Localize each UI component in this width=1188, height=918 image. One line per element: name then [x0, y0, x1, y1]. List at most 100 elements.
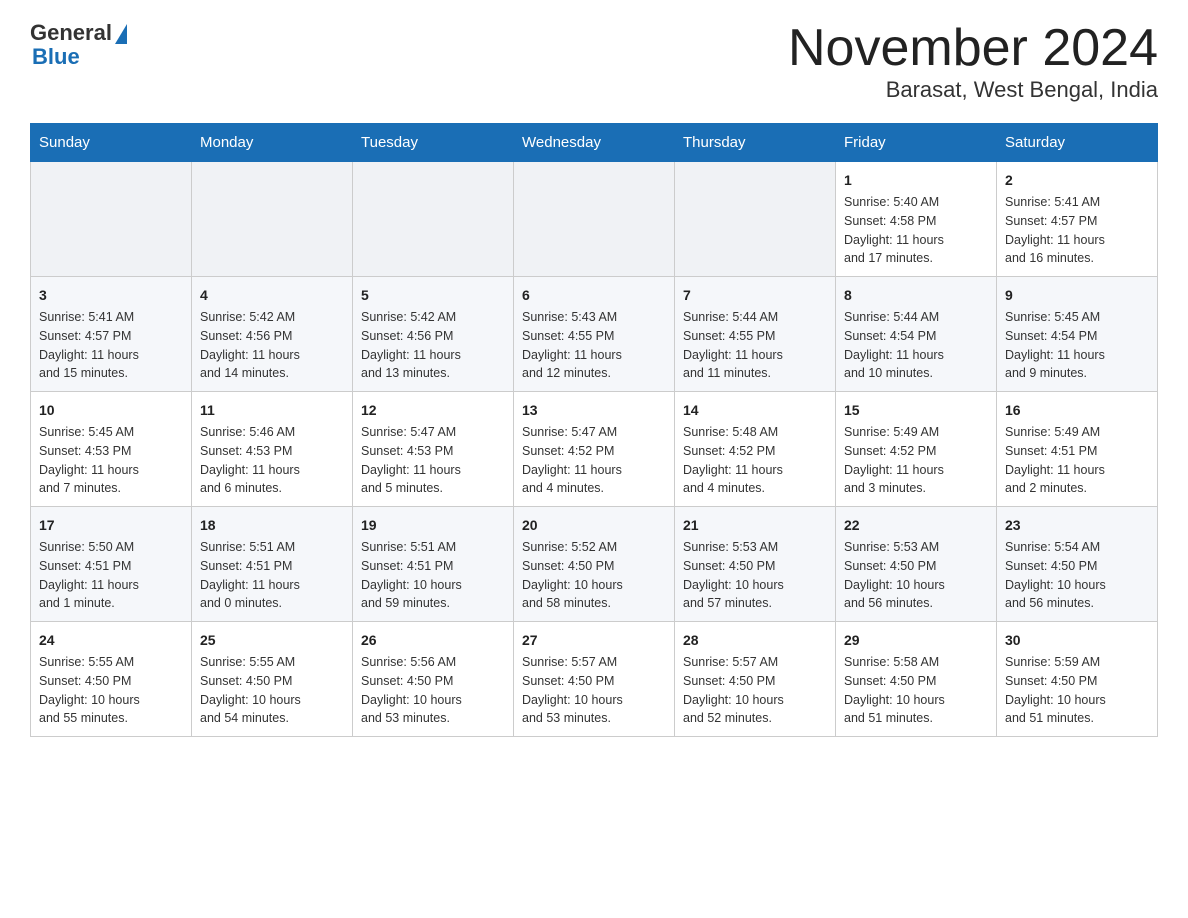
calendar-week-row: 3Sunrise: 5:41 AM Sunset: 4:57 PM Daylig… — [31, 277, 1158, 392]
calendar-cell: 2Sunrise: 5:41 AM Sunset: 4:57 PM Daylig… — [997, 162, 1158, 277]
day-number: 18 — [200, 515, 344, 536]
day-number: 3 — [39, 285, 183, 306]
logo-general-text: General — [30, 20, 112, 46]
calendar-cell: 28Sunrise: 5:57 AM Sunset: 4:50 PM Dayli… — [675, 622, 836, 737]
day-number: 5 — [361, 285, 505, 306]
logo-triangle-icon — [115, 24, 127, 44]
calendar-cell: 25Sunrise: 5:55 AM Sunset: 4:50 PM Dayli… — [192, 622, 353, 737]
day-info: Sunrise: 5:49 AM Sunset: 4:51 PM Dayligh… — [1005, 423, 1149, 498]
day-number: 4 — [200, 285, 344, 306]
day-info: Sunrise: 5:44 AM Sunset: 4:54 PM Dayligh… — [844, 308, 988, 383]
day-info: Sunrise: 5:41 AM Sunset: 4:57 PM Dayligh… — [1005, 193, 1149, 268]
day-number: 2 — [1005, 170, 1149, 191]
day-number: 24 — [39, 630, 183, 651]
day-info: Sunrise: 5:56 AM Sunset: 4:50 PM Dayligh… — [361, 653, 505, 728]
day-info: Sunrise: 5:59 AM Sunset: 4:50 PM Dayligh… — [1005, 653, 1149, 728]
calendar-cell — [675, 162, 836, 277]
column-header-wednesday: Wednesday — [514, 124, 675, 162]
day-info: Sunrise: 5:52 AM Sunset: 4:50 PM Dayligh… — [522, 538, 666, 613]
day-number: 25 — [200, 630, 344, 651]
logo: General Blue — [30, 20, 127, 70]
day-info: Sunrise: 5:45 AM Sunset: 4:54 PM Dayligh… — [1005, 308, 1149, 383]
calendar-week-row: 17Sunrise: 5:50 AM Sunset: 4:51 PM Dayli… — [31, 507, 1158, 622]
calendar-cell: 16Sunrise: 5:49 AM Sunset: 4:51 PM Dayli… — [997, 392, 1158, 507]
day-info: Sunrise: 5:48 AM Sunset: 4:52 PM Dayligh… — [683, 423, 827, 498]
day-number: 27 — [522, 630, 666, 651]
calendar-table: SundayMondayTuesdayWednesdayThursdayFrid… — [30, 123, 1158, 737]
calendar-cell: 9Sunrise: 5:45 AM Sunset: 4:54 PM Daylig… — [997, 277, 1158, 392]
calendar-cell: 15Sunrise: 5:49 AM Sunset: 4:52 PM Dayli… — [836, 392, 997, 507]
calendar-cell: 23Sunrise: 5:54 AM Sunset: 4:50 PM Dayli… — [997, 507, 1158, 622]
calendar-cell: 21Sunrise: 5:53 AM Sunset: 4:50 PM Dayli… — [675, 507, 836, 622]
column-header-thursday: Thursday — [675, 124, 836, 162]
location-title: Barasat, West Bengal, India — [788, 77, 1158, 103]
day-info: Sunrise: 5:47 AM Sunset: 4:52 PM Dayligh… — [522, 423, 666, 498]
day-number: 8 — [844, 285, 988, 306]
day-info: Sunrise: 5:47 AM Sunset: 4:53 PM Dayligh… — [361, 423, 505, 498]
day-info: Sunrise: 5:57 AM Sunset: 4:50 PM Dayligh… — [522, 653, 666, 728]
calendar-cell: 1Sunrise: 5:40 AM Sunset: 4:58 PM Daylig… — [836, 162, 997, 277]
calendar-cell: 30Sunrise: 5:59 AM Sunset: 4:50 PM Dayli… — [997, 622, 1158, 737]
day-info: Sunrise: 5:42 AM Sunset: 4:56 PM Dayligh… — [361, 308, 505, 383]
day-number: 13 — [522, 400, 666, 421]
calendar-cell: 19Sunrise: 5:51 AM Sunset: 4:51 PM Dayli… — [353, 507, 514, 622]
calendar-cell: 24Sunrise: 5:55 AM Sunset: 4:50 PM Dayli… — [31, 622, 192, 737]
calendar-cell — [192, 162, 353, 277]
calendar-cell: 26Sunrise: 5:56 AM Sunset: 4:50 PM Dayli… — [353, 622, 514, 737]
day-number: 28 — [683, 630, 827, 651]
day-number: 1 — [844, 170, 988, 191]
day-number: 10 — [39, 400, 183, 421]
day-info: Sunrise: 5:58 AM Sunset: 4:50 PM Dayligh… — [844, 653, 988, 728]
day-number: 26 — [361, 630, 505, 651]
day-number: 30 — [1005, 630, 1149, 651]
day-info: Sunrise: 5:53 AM Sunset: 4:50 PM Dayligh… — [844, 538, 988, 613]
day-number: 29 — [844, 630, 988, 651]
calendar-week-row: 1Sunrise: 5:40 AM Sunset: 4:58 PM Daylig… — [31, 162, 1158, 277]
calendar-cell: 22Sunrise: 5:53 AM Sunset: 4:50 PM Dayli… — [836, 507, 997, 622]
calendar-cell — [31, 162, 192, 277]
day-info: Sunrise: 5:49 AM Sunset: 4:52 PM Dayligh… — [844, 423, 988, 498]
logo-blue-text: Blue — [32, 44, 80, 70]
day-info: Sunrise: 5:51 AM Sunset: 4:51 PM Dayligh… — [361, 538, 505, 613]
calendar-header-row: SundayMondayTuesdayWednesdayThursdayFrid… — [31, 124, 1158, 162]
calendar-cell: 5Sunrise: 5:42 AM Sunset: 4:56 PM Daylig… — [353, 277, 514, 392]
day-info: Sunrise: 5:40 AM Sunset: 4:58 PM Dayligh… — [844, 193, 988, 268]
month-title: November 2024 — [788, 20, 1158, 77]
calendar-week-row: 10Sunrise: 5:45 AM Sunset: 4:53 PM Dayli… — [31, 392, 1158, 507]
day-info: Sunrise: 5:50 AM Sunset: 4:51 PM Dayligh… — [39, 538, 183, 613]
day-info: Sunrise: 5:41 AM Sunset: 4:57 PM Dayligh… — [39, 308, 183, 383]
column-header-friday: Friday — [836, 124, 997, 162]
calendar-cell: 20Sunrise: 5:52 AM Sunset: 4:50 PM Dayli… — [514, 507, 675, 622]
column-header-sunday: Sunday — [31, 124, 192, 162]
day-info: Sunrise: 5:55 AM Sunset: 4:50 PM Dayligh… — [200, 653, 344, 728]
day-number: 16 — [1005, 400, 1149, 421]
day-info: Sunrise: 5:51 AM Sunset: 4:51 PM Dayligh… — [200, 538, 344, 613]
day-number: 6 — [522, 285, 666, 306]
day-number: 17 — [39, 515, 183, 536]
day-number: 20 — [522, 515, 666, 536]
day-info: Sunrise: 5:55 AM Sunset: 4:50 PM Dayligh… — [39, 653, 183, 728]
calendar-cell: 3Sunrise: 5:41 AM Sunset: 4:57 PM Daylig… — [31, 277, 192, 392]
day-info: Sunrise: 5:43 AM Sunset: 4:55 PM Dayligh… — [522, 308, 666, 383]
calendar-cell: 18Sunrise: 5:51 AM Sunset: 4:51 PM Dayli… — [192, 507, 353, 622]
calendar-week-row: 24Sunrise: 5:55 AM Sunset: 4:50 PM Dayli… — [31, 622, 1158, 737]
day-info: Sunrise: 5:44 AM Sunset: 4:55 PM Dayligh… — [683, 308, 827, 383]
calendar-cell — [514, 162, 675, 277]
day-number: 23 — [1005, 515, 1149, 536]
header-right: November 2024 Barasat, West Bengal, Indi… — [788, 20, 1158, 103]
day-info: Sunrise: 5:57 AM Sunset: 4:50 PM Dayligh… — [683, 653, 827, 728]
day-number: 11 — [200, 400, 344, 421]
calendar-cell: 29Sunrise: 5:58 AM Sunset: 4:50 PM Dayli… — [836, 622, 997, 737]
day-number: 15 — [844, 400, 988, 421]
day-number: 21 — [683, 515, 827, 536]
calendar-cell: 7Sunrise: 5:44 AM Sunset: 4:55 PM Daylig… — [675, 277, 836, 392]
day-number: 9 — [1005, 285, 1149, 306]
day-info: Sunrise: 5:53 AM Sunset: 4:50 PM Dayligh… — [683, 538, 827, 613]
page-header: General Blue November 2024 Barasat, West… — [30, 20, 1158, 103]
calendar-cell: 17Sunrise: 5:50 AM Sunset: 4:51 PM Dayli… — [31, 507, 192, 622]
calendar-cell: 14Sunrise: 5:48 AM Sunset: 4:52 PM Dayli… — [675, 392, 836, 507]
calendar-cell: 8Sunrise: 5:44 AM Sunset: 4:54 PM Daylig… — [836, 277, 997, 392]
day-number: 14 — [683, 400, 827, 421]
calendar-cell: 27Sunrise: 5:57 AM Sunset: 4:50 PM Dayli… — [514, 622, 675, 737]
day-info: Sunrise: 5:42 AM Sunset: 4:56 PM Dayligh… — [200, 308, 344, 383]
